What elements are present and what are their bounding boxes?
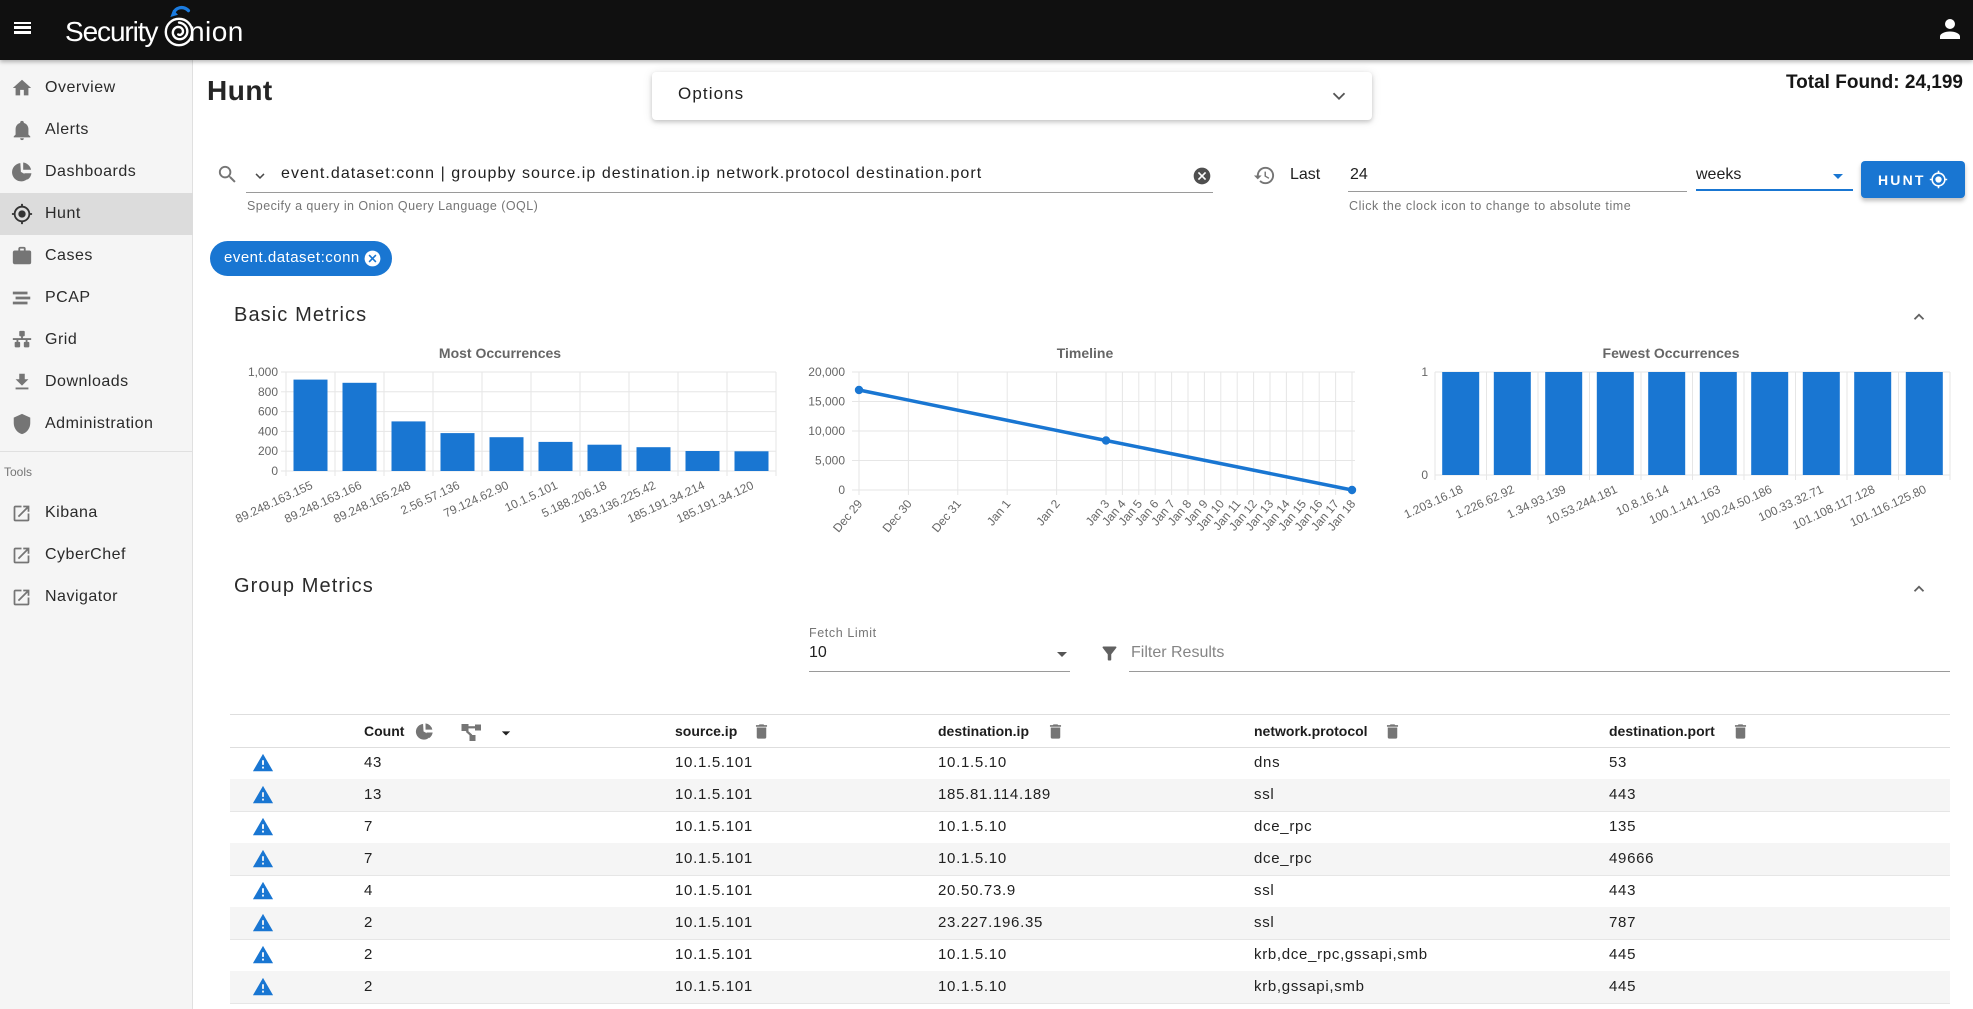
svg-text:10,000: 10,000 xyxy=(808,424,845,438)
svg-text:Fewest Occurrences: Fewest Occurrences xyxy=(1603,345,1740,361)
svg-text:0: 0 xyxy=(271,464,278,478)
svg-text:Jan 1: Jan 1 xyxy=(984,497,1014,529)
svg-text:Timeline: Timeline xyxy=(1057,345,1114,361)
svg-text:600: 600 xyxy=(258,405,278,419)
svg-text:20,000: 20,000 xyxy=(808,365,845,379)
svg-text:5,000: 5,000 xyxy=(815,454,845,468)
svg-text:800: 800 xyxy=(258,385,278,399)
svg-text:Dec 29: Dec 29 xyxy=(830,497,865,535)
svg-text:15,000: 15,000 xyxy=(808,395,845,409)
svg-text:0: 0 xyxy=(838,483,845,497)
svg-text:Jan 2: Jan 2 xyxy=(1033,497,1063,529)
svg-text:Most Occurrences: Most Occurrences xyxy=(439,345,561,361)
svg-text:400: 400 xyxy=(258,424,278,438)
svg-text:0: 0 xyxy=(1421,468,1428,482)
svg-text:Dec 31: Dec 31 xyxy=(929,497,964,535)
svg-text:200: 200 xyxy=(258,444,278,458)
svg-text:Dec 30: Dec 30 xyxy=(880,497,915,535)
svg-text:1,000: 1,000 xyxy=(248,365,278,379)
svg-text:1: 1 xyxy=(1421,365,1428,379)
